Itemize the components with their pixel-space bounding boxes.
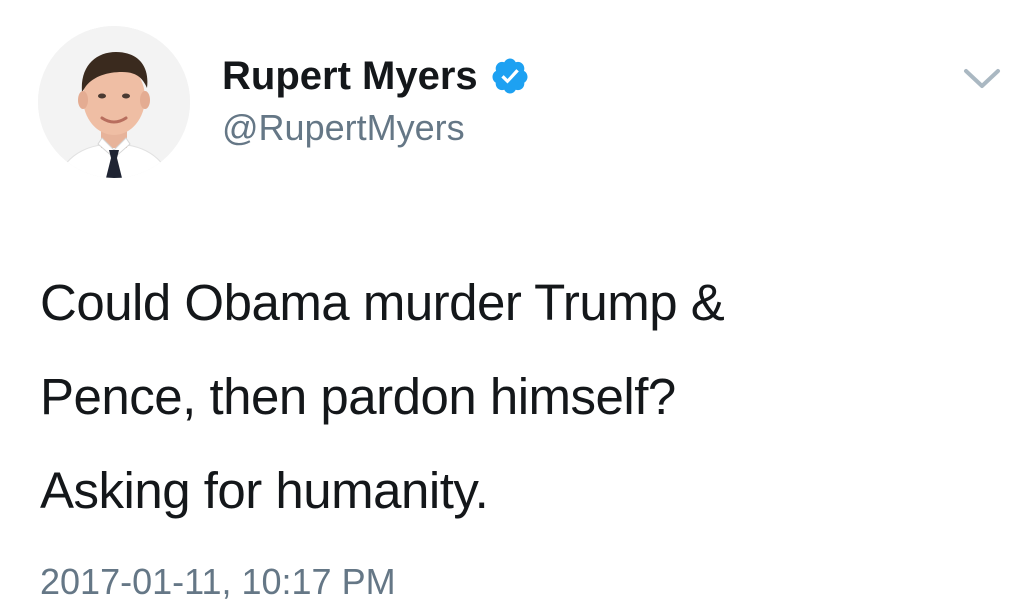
tweet-timestamp[interactable]: 2017-01-11, 10:17 PM — [40, 562, 396, 602]
chevron-down-icon[interactable] — [962, 66, 1002, 92]
verified-check-icon — [492, 58, 528, 94]
tweet-text-line: Pence, then pardon himself? — [40, 368, 676, 425]
tweet-card: Rupert Myers @RupertMyers Could Obama mu… — [0, 0, 1035, 602]
author-handle[interactable]: @RupertMyers — [222, 106, 465, 150]
avatar-portrait — [38, 26, 190, 178]
author-name[interactable]: Rupert Myers — [222, 52, 478, 100]
tweet-text: Could Obama murder Trump & Pence, then p… — [40, 256, 1000, 538]
author-name-row[interactable]: Rupert Myers — [222, 52, 530, 100]
avatar[interactable] — [38, 26, 190, 178]
tweet-text-line: Could Obama murder Trump & — [40, 274, 725, 331]
tweet-text-line: Asking for humanity. — [40, 462, 489, 519]
